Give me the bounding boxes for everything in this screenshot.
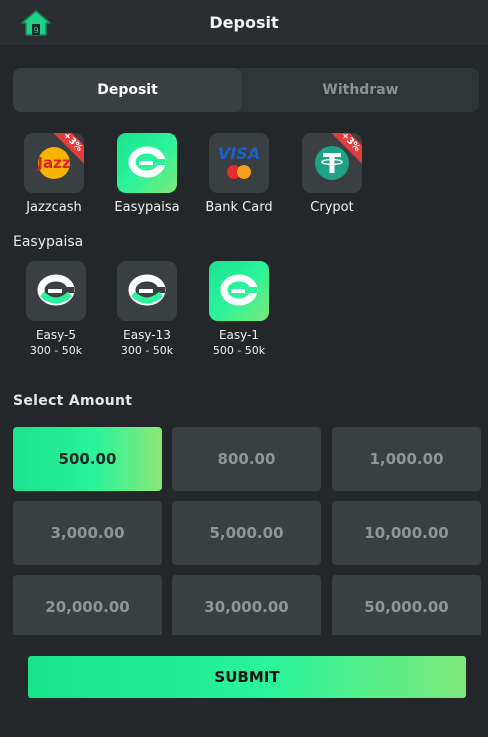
easypaisa-icon	[26, 261, 86, 321]
method-easypaisa[interactable]: Easypaisa	[107, 133, 187, 215]
page-title: Deposit	[209, 13, 279, 32]
deposit-withdraw-tabs: Deposit Withdraw	[13, 68, 479, 112]
amount-option[interactable]: 20,000.00	[13, 575, 162, 635]
tab-withdraw[interactable]: Withdraw	[242, 68, 479, 112]
amount-option[interactable]: 5,000.00	[172, 501, 321, 565]
channel-range: 500 - 50k	[212, 344, 266, 357]
method-label: Crypot	[310, 200, 354, 215]
amount-option[interactable]: 30,000.00	[172, 575, 321, 635]
tether-icon: +3%	[302, 133, 362, 193]
method-jazzcash[interactable]: Jazz +3% Jazzcash	[14, 133, 94, 215]
payment-methods: Jazz +3% Jazzcash Easypaisa VISA Bank Ca…	[13, 133, 479, 215]
channel-label: Easy-13	[123, 328, 171, 342]
amount-option[interactable]: 3,000.00	[13, 501, 162, 565]
amount-option[interactable]: 800.00	[172, 427, 321, 491]
channel-easy-13[interactable]: Easy-13 300 - 50k	[102, 261, 192, 358]
amount-option[interactable]: 50,000.00	[332, 575, 481, 635]
home-icon[interactable]: 9	[20, 9, 52, 37]
channel-range: 300 - 50k	[29, 344, 83, 357]
top-bar: Deposit 9	[0, 0, 488, 46]
jazzcash-icon: Jazz +3%	[24, 133, 84, 193]
amount-section-title: Select Amount	[13, 393, 133, 409]
method-bank-card[interactable]: VISA Bank Card	[199, 133, 279, 215]
payment-channels: Easy-5 300 - 50k Easy-13 300 - 50k Easy-…	[13, 261, 479, 361]
method-label: Bank Card	[205, 200, 273, 215]
svg-text:9: 9	[33, 26, 38, 35]
tab-deposit[interactable]: Deposit	[13, 68, 242, 112]
svg-text:VISA: VISA	[218, 144, 260, 163]
easypaisa-icon	[117, 261, 177, 321]
method-crypto[interactable]: +3% Crypot	[292, 133, 372, 215]
amount-grid: 500.00 800.00 1,000.00 3,000.00 5,000.00…	[13, 427, 481, 635]
amount-option[interactable]: 10,000.00	[332, 501, 481, 565]
channel-range: 300 - 50k	[120, 344, 174, 357]
channel-section-title: Easypaisa	[13, 234, 84, 250]
method-label: Easypaisa	[114, 200, 180, 215]
amount-option[interactable]: 500.00	[13, 427, 162, 491]
channel-easy-1[interactable]: Easy-1 500 - 50k	[194, 261, 284, 358]
easypaisa-icon	[209, 261, 269, 321]
svg-text:Jazz: Jazz	[36, 154, 70, 172]
method-label: Jazzcash	[26, 200, 82, 215]
amount-option[interactable]: 1,000.00	[332, 427, 481, 491]
channel-label: Easy-1	[218, 328, 260, 342]
submit-button[interactable]: SUBMIT	[28, 656, 466, 698]
easypaisa-icon	[117, 133, 177, 193]
channel-easy-5[interactable]: Easy-5 300 - 50k	[11, 261, 101, 358]
visa-mastercard-icon: VISA	[209, 133, 269, 193]
channel-label: Easy-5	[35, 328, 77, 342]
